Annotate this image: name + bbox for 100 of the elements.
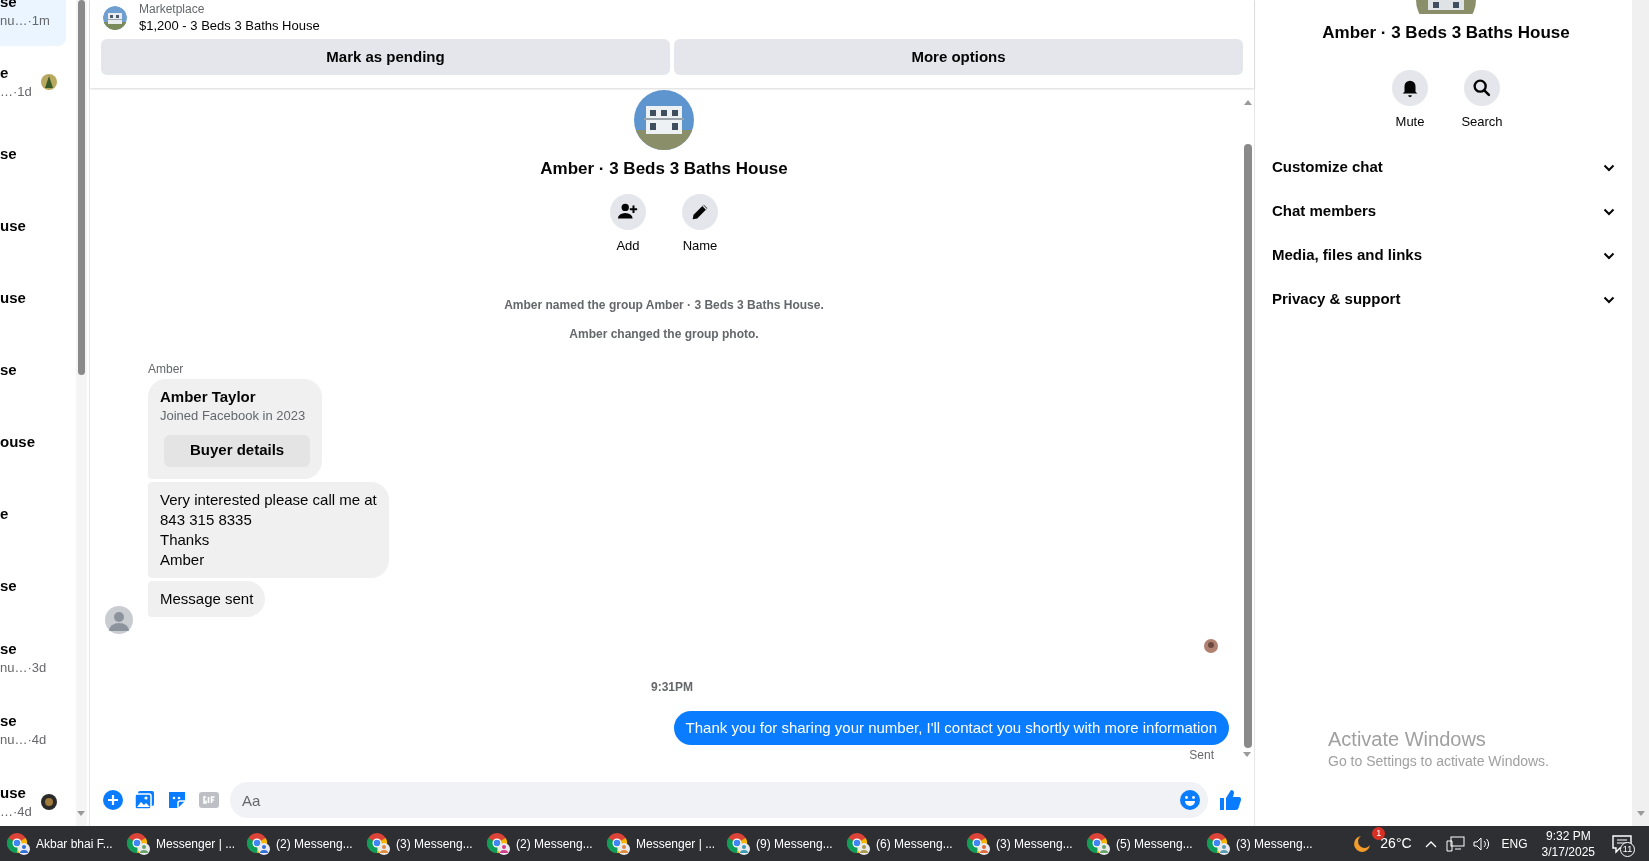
browser-icon	[846, 831, 872, 856]
conversation-item[interactable]: use	[0, 262, 66, 334]
bell-button[interactable]	[1392, 70, 1428, 106]
conversation-meta: nu…·3d	[0, 659, 47, 677]
message-line: Amber	[160, 549, 206, 570]
network-icon[interactable]	[1445, 835, 1466, 852]
section-row[interactable]: Chat members	[1272, 189, 1615, 234]
taskbar-app[interactable]: (5) Messeng...	[1082, 826, 1201, 861]
conversation-item[interactable]: se	[0, 550, 66, 622]
app-label: (5) Messeng...	[1116, 835, 1193, 853]
joined-text: Joined Facebook in 2023	[160, 406, 306, 425]
volume-icon[interactable]	[1471, 835, 1492, 852]
like-icon[interactable]	[1218, 788, 1242, 812]
browser-icon	[6, 831, 32, 856]
conversation-item[interactable]: se nu…·4d	[0, 694, 66, 766]
conversation-meta: …·4d	[0, 803, 32, 821]
conversation-item[interactable]: e …·1d	[0, 46, 66, 118]
browser-icon	[246, 831, 272, 856]
activation-title: Activate Windows	[1328, 727, 1487, 751]
section-label: Privacy & support	[1272, 289, 1401, 310]
notification-count: 11	[1620, 841, 1635, 857]
message-input[interactable]: Aa	[230, 782, 1208, 818]
section-row[interactable]: Customize chat	[1272, 145, 1615, 190]
app-label: (9) Messeng...	[756, 835, 833, 853]
group-event: Amber changed the group photo.	[569, 325, 759, 343]
listing-action-button[interactable]: Mark as pending	[101, 39, 670, 75]
conversation-item[interactable]: e	[0, 478, 66, 550]
taskbar-app[interactable]: (9) Messeng...	[722, 826, 841, 861]
taskbar-app[interactable]: (3) Messeng...	[962, 826, 1081, 861]
browser-icon	[966, 831, 992, 856]
scroll-down-arrow-icon[interactable]	[76, 810, 86, 818]
conversation-title: se	[0, 711, 17, 731]
notification-icon[interactable]	[1611, 833, 1633, 854]
action-label: Add	[616, 237, 640, 255]
action-label: Search	[1461, 113, 1503, 131]
taskbar-app[interactable]: (6) Messeng...	[842, 826, 961, 861]
activation-hint: Go to Settings to activate Windows.	[1328, 752, 1549, 771]
buyer-name: Amber Taylor	[160, 386, 256, 407]
app-label: Akbar bhai F...	[36, 835, 113, 853]
app-label: (6) Messeng...	[876, 835, 953, 853]
clock[interactable]: 9:32 PM 3/17/2025	[1541, 827, 1595, 860]
taskbar-app[interactable]: (3) Messeng...	[362, 826, 481, 861]
conversation-title: use	[0, 216, 26, 236]
taskbar-app[interactable]: (2) Messeng...	[482, 826, 601, 861]
avatar	[105, 606, 133, 634]
browser-icon	[1086, 831, 1112, 856]
taskbar-app[interactable]: Messenger | ...	[122, 826, 241, 861]
taskbar-app[interactable]: Messenger | ...	[602, 826, 721, 861]
browser-icon	[606, 831, 632, 856]
message-line: Message sent	[160, 588, 254, 609]
photo-icon[interactable]	[134, 789, 156, 811]
scroll-down-arrow-icon[interactable]	[1242, 751, 1252, 759]
add-person-button[interactable]	[610, 194, 646, 230]
scrollbar-thumb[interactable]	[1243, 144, 1252, 748]
add-icon[interactable]	[102, 789, 124, 811]
conversation-item[interactable]: se	[0, 118, 66, 190]
conversation-item[interactable]: se	[0, 334, 66, 406]
app-label: Messenger | ...	[636, 835, 716, 853]
app-label: Messenger | ...	[156, 835, 236, 853]
emoji-icon[interactable]	[1179, 789, 1201, 811]
chevron-icon	[1603, 207, 1615, 216]
browser-icon	[126, 831, 152, 856]
chat-title: Amber · 3 Beds 3 Baths House	[1322, 22, 1570, 44]
action-label: Mute	[1395, 113, 1425, 131]
chevron-icon	[1603, 295, 1615, 304]
message-time: 9:31PM	[651, 679, 693, 696]
language-indicator[interactable]: ENG	[1501, 834, 1528, 853]
listing-action-button[interactable]: More options	[674, 39, 1243, 75]
conversation-item[interactable]: ouse	[0, 406, 66, 478]
browser-icon	[726, 831, 752, 856]
conversation-title: se	[0, 144, 17, 164]
chevron-icon	[1603, 251, 1615, 260]
scroll-down-arrow-icon[interactable]	[1636, 810, 1646, 818]
message-line: Thanks	[160, 529, 211, 550]
conversation-title: ouse	[0, 432, 35, 452]
section-row[interactable]: Media, files and links	[1272, 233, 1615, 278]
sender-name: Amber	[148, 360, 184, 377]
moon-icon[interactable]	[1352, 833, 1373, 854]
search-button[interactable]	[1464, 70, 1500, 106]
chevron-icon	[1603, 163, 1615, 172]
taskbar-app[interactable]: (3) Messeng...	[1202, 826, 1321, 861]
listing-title[interactable]: $1,200 - 3 Beds 3 Baths House	[139, 17, 320, 35]
section-row[interactable]: Privacy & support	[1272, 277, 1615, 322]
conversation-item[interactable]: use …·4d	[0, 766, 66, 826]
app-label: (3) Messeng...	[396, 835, 473, 853]
section-label: Customize chat	[1272, 157, 1383, 178]
sticker-icon[interactable]	[166, 789, 188, 811]
conversation-item[interactable]: use	[0, 190, 66, 262]
action-label: Name	[682, 237, 718, 255]
read-receipt-avatar	[1204, 639, 1218, 653]
conversation-title: se	[0, 360, 17, 380]
pencil-button[interactable]	[682, 194, 718, 230]
taskbar-app[interactable]: (2) Messeng...	[242, 826, 361, 861]
browser-icon	[486, 831, 512, 856]
buyer-details-button[interactable]: Buyer details	[164, 434, 311, 467]
scroll-up-arrow-icon[interactable]	[1242, 98, 1253, 106]
taskbar-app[interactable]: Akbar bhai F...	[2, 826, 121, 861]
conversation-meta: …·1d	[0, 83, 32, 101]
scrollbar-thumb[interactable]	[78, 0, 85, 375]
conversation-item[interactable]: se nu…·3d	[0, 622, 66, 694]
